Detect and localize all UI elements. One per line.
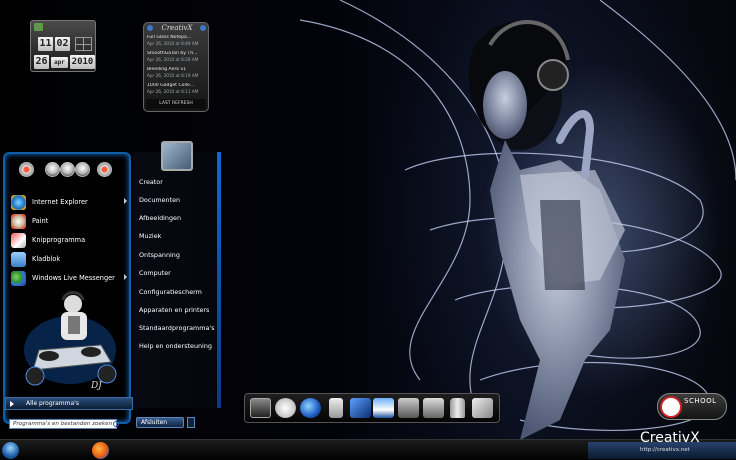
submenu-arrow-icon <box>124 198 127 204</box>
pinned-item-knipprogramma[interactable]: Knipprogramma <box>10 232 130 250</box>
power-icon[interactable] <box>19 162 34 177</box>
places-item-muziek[interactable]: Muziek <box>139 228 217 244</box>
clock-day: 26 <box>34 55 49 69</box>
pinned-item-kladblok[interactable]: Kladblok <box>10 251 130 269</box>
feed-item[interactable]: 1000 Gadget Colle... Apr 26, 2010 at 8:1… <box>147 83 207 97</box>
places-item-configuratiescherm[interactable]: Configuratiescherm <box>139 284 217 300</box>
all-programs-button[interactable]: Alle programma's <box>5 397 133 410</box>
pinned-item-windows-live-messenger[interactable]: Windows Live Messenger <box>10 270 130 288</box>
feed-refresh-button[interactable]: LAST REFRESH <box>146 99 206 109</box>
all-programs-label: Alle programma's <box>26 400 79 407</box>
feed-item-date: Apr 26, 2010 at 8:11 AM <box>147 89 199 94</box>
places-item-ontspanning[interactable]: Ontspanning <box>139 247 217 263</box>
school-gadget[interactable]: SCHOOL <box>657 393 727 420</box>
pinned-item-label: Knipprogramma <box>32 236 86 244</box>
dj-artwork: DJ <box>24 291 117 390</box>
user-icon[interactable] <box>45 162 60 177</box>
user-picture[interactable] <box>161 141 193 171</box>
pinned-item-paint[interactable]: Paint <box>10 213 130 231</box>
dock-bar <box>244 393 500 423</box>
feed-item-date: Apr 26, 2010 at 8:28 AM <box>147 57 199 62</box>
feed-item[interactable]: SmoothGaTan by Th... Apr 26, 2010 at 8:2… <box>147 51 207 65</box>
feed-gadget[interactable]: CreativX Full Glass Notepa... Apr 26, 20… <box>143 22 209 112</box>
feed-item[interactable]: Bleeding Aero v1 Apr 26, 2010 at 8:19 AM <box>147 67 207 81</box>
feed-item-date: Apr 26, 2010 at 8:49 AM <box>147 41 199 46</box>
calendar-grid-icon <box>75 37 92 51</box>
restart-icon[interactable] <box>97 162 112 177</box>
gadget-handle-icon[interactable] <box>34 23 43 31</box>
user-icon[interactable] <box>60 162 75 177</box>
places-item-apparaten-en-printers[interactable]: Apparaten en printers <box>139 302 217 318</box>
feather-icon[interactable] <box>350 398 371 418</box>
pinned-item-label: Kladblok <box>32 255 61 263</box>
search-placeholder: Programma's en bestanden zoeken <box>13 421 113 427</box>
search-input[interactable]: Programma's en bestanden zoeken <box>9 419 119 429</box>
feed-prev-icon[interactable] <box>147 25 153 31</box>
monitor-icon[interactable] <box>250 398 271 418</box>
messenger-icon <box>11 271 26 286</box>
shutdown-button[interactable]: Afsluiten <box>136 417 184 428</box>
places-item-documenten[interactable]: Documenten <box>139 192 217 208</box>
shutdown-options-button[interactable] <box>187 417 195 428</box>
trash-icon[interactable] <box>450 398 465 418</box>
svg-text:DJ: DJ <box>90 381 103 390</box>
places-item-help-en-ondersteuning[interactable]: Help en ondersteuning <box>139 338 217 354</box>
pinned-item-internet-explorer[interactable]: Internet Explorer <box>10 194 130 212</box>
shutdown-label: Afsluiten <box>141 419 168 426</box>
clock-year: 2010 <box>70 55 95 69</box>
earth-icon[interactable] <box>300 398 321 418</box>
pinned-item-label: Windows Live Messenger <box>32 274 115 282</box>
clock-month: apr <box>51 57 68 68</box>
firefox-icon[interactable] <box>92 442 109 459</box>
feed-item[interactable]: Full Glass Notepa... Apr 26, 2010 at 8:4… <box>147 35 207 49</box>
smiley-icon[interactable] <box>275 398 296 418</box>
paint-chart-icon[interactable] <box>373 398 394 418</box>
search-icon <box>113 421 119 427</box>
pinned-item-label: Paint <box>32 217 49 225</box>
places-item-creator[interactable]: Creator <box>139 174 217 190</box>
clock-hour: 11 <box>38 37 53 51</box>
notepad-icon <box>11 252 26 267</box>
start-menu-glow-edge <box>217 152 221 408</box>
clock-minute: 02 <box>55 37 70 51</box>
taskbar <box>0 439 736 460</box>
paint-icon <box>11 214 26 229</box>
places-item-afbeeldingen[interactable]: Afbeeldingen <box>139 210 217 226</box>
school-gadget-label: SCHOOL <box>684 397 717 405</box>
start-menu-programs-panel: Internet Explorer Paint Knipprogramma Kl… <box>3 152 131 424</box>
gear-box-icon[interactable] <box>423 398 444 418</box>
school-logo-icon <box>660 396 682 418</box>
pinned-item-label: Internet Explorer <box>32 198 88 206</box>
brand-watermark-url: http://creativx.net <box>640 447 690 453</box>
user-icon[interactable] <box>75 162 90 177</box>
feed-item-date: Apr 26, 2010 at 8:19 AM <box>147 73 199 78</box>
feed-next-icon[interactable] <box>200 25 206 31</box>
brand-watermark: CreativX <box>640 430 700 446</box>
tools-icon[interactable] <box>472 398 493 418</box>
places-item-computer[interactable]: Computer <box>139 265 217 281</box>
box-icon[interactable] <box>398 398 419 418</box>
all-programs-arrow-icon <box>10 401 14 407</box>
usb-icon[interactable] <box>329 398 343 418</box>
start-menu: Internet Explorer Paint Knipprogramma Kl… <box>3 141 221 430</box>
submenu-arrow-icon <box>124 274 127 280</box>
internet-explorer-icon <box>11 195 26 210</box>
feed-logo: CreativX <box>161 24 193 32</box>
snipping-tool-icon <box>11 233 26 248</box>
start-orb-icon[interactable] <box>2 442 19 459</box>
places-item-standaardprogrammas[interactable]: Standaardprogramma's <box>139 320 217 336</box>
clock-gadget[interactable]: 11 02 26 apr 2010 <box>30 20 96 72</box>
